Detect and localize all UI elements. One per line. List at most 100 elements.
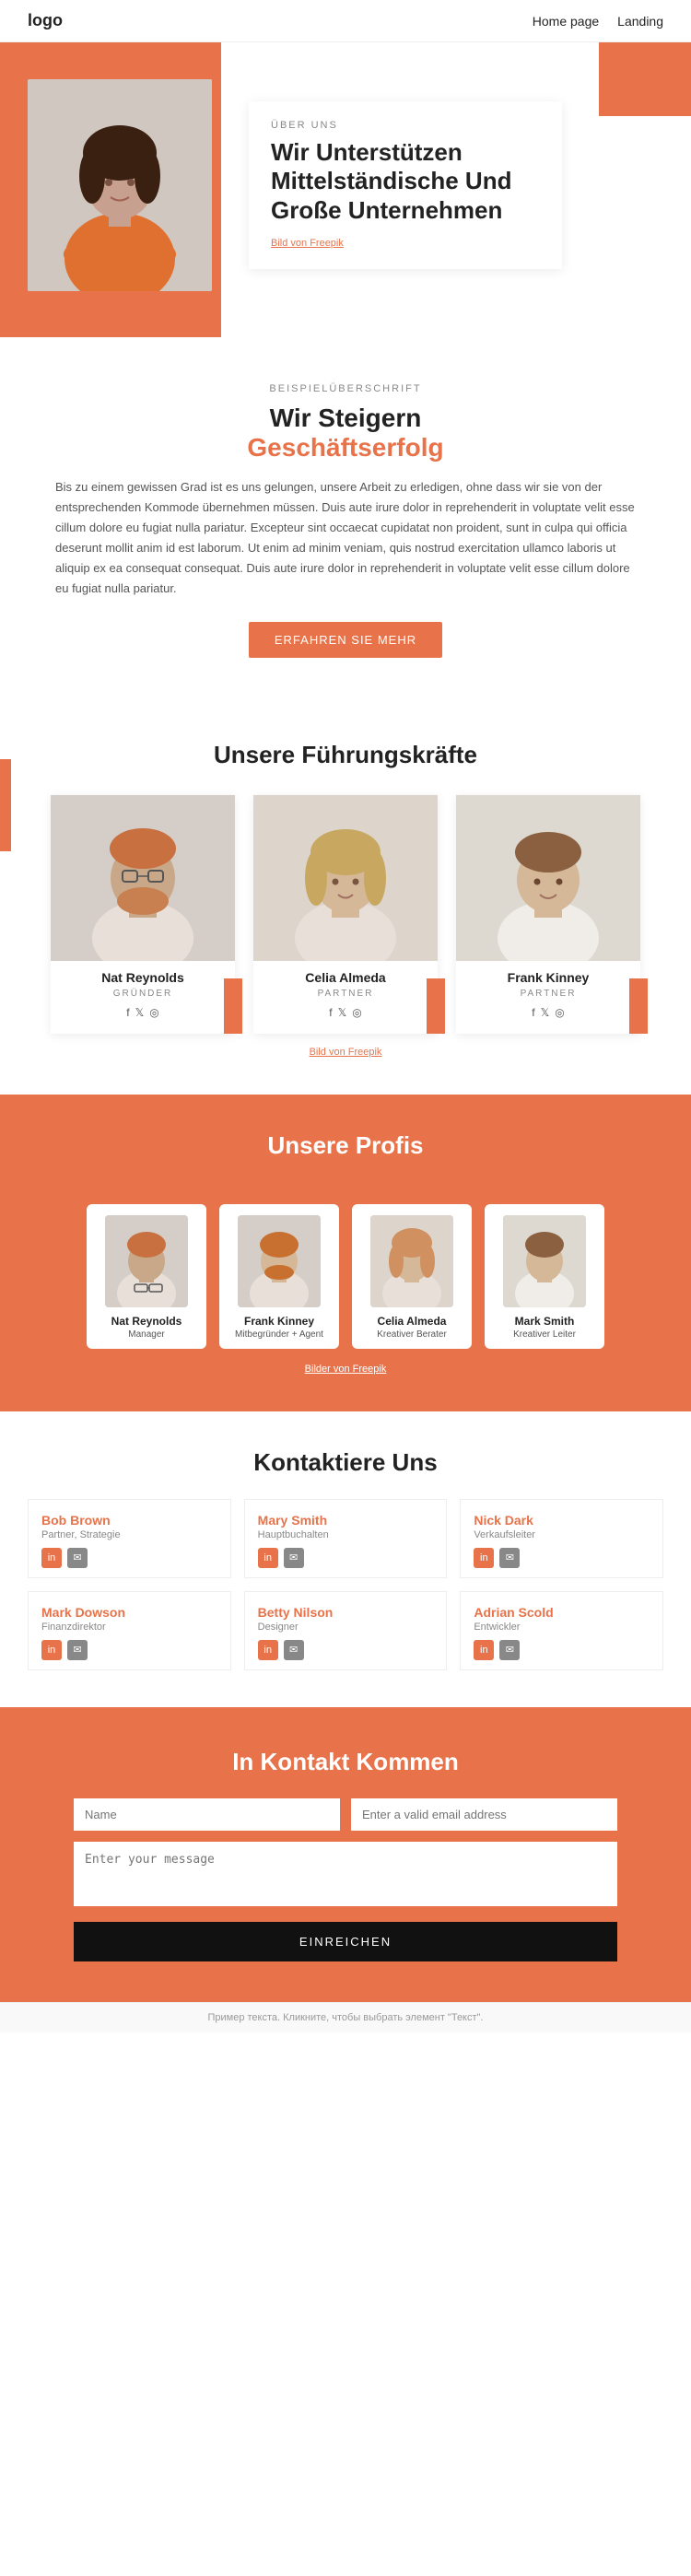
profi-role-mark: Kreativer Leiter	[494, 1329, 595, 1340]
hero-section: ÜBER UNS Wir Unterstützen Mittelständisc…	[0, 42, 691, 337]
submit-button[interactable]: EINREICHEN	[74, 1922, 617, 1961]
leader-role-nat: GRÜNDER	[51, 989, 235, 999]
leader-card-frank: Frank Kinney PARTNER f 𝕏 ◎	[456, 795, 640, 1034]
leader-socials-nat: f 𝕏 ◎	[51, 1006, 235, 1019]
profi-name-celia: Celia Almeda	[361, 1315, 463, 1328]
linkedin-icon[interactable]: in	[41, 1548, 62, 1568]
profi-card-frank: Frank Kinney Mitbegründer + Agent	[219, 1204, 339, 1349]
contact-name-adrian: Adrian Scold	[474, 1605, 650, 1620]
hero-title: Wir Unterstützen Mittelständische Und Gr…	[271, 138, 540, 225]
leader-name-celia: Celia Almeda	[253, 970, 438, 985]
leader-name-frank: Frank Kinney	[456, 970, 640, 985]
contact-icons-nick: in ✉	[474, 1548, 650, 1568]
contact-name-mary: Mary Smith	[258, 1513, 434, 1528]
navigation: logo Home page Landing	[0, 0, 691, 42]
social-twitter-c[interactable]: 𝕏	[338, 1006, 347, 1019]
profi-card-mark-inner: Mark Smith Kreativer Leiter	[485, 1204, 604, 1349]
email-icon[interactable]: ✉	[67, 1548, 88, 1568]
contact-role-adrian: Entwickler	[474, 1622, 650, 1633]
leader-role-celia: PARTNER	[253, 989, 438, 999]
hero-credit[interactable]: Bild von Freepik	[271, 238, 344, 249]
profi-card-celia: Celia Almeda Kreativer Berater	[352, 1204, 472, 1349]
profi-img-mark	[503, 1215, 586, 1307]
contact-icons-bob: in ✉	[41, 1548, 217, 1568]
profi-card-nat: Nat Reynolds Manager	[87, 1204, 206, 1349]
profi-card-celia-inner: Celia Almeda Kreativer Berater	[352, 1204, 472, 1349]
nav-home[interactable]: Home page	[533, 14, 599, 29]
leadership-section: Unsere Führungskräfte	[0, 704, 691, 1095]
hero-image	[28, 79, 212, 291]
profi-img-celia	[370, 1215, 453, 1307]
email-input[interactable]	[351, 1798, 617, 1831]
nav-links: Home page Landing	[533, 14, 663, 29]
example-label: BEISPIELÜBERSCHRIFT	[55, 383, 636, 394]
social-facebook-f[interactable]: f	[532, 1006, 534, 1019]
leader-socials-celia: f 𝕏 ◎	[253, 1006, 438, 1019]
contact-card-mary: Mary Smith Hauptbuchalten in ✉	[244, 1499, 448, 1578]
profi-card-nat-inner: Nat Reynolds Manager	[87, 1204, 206, 1349]
profi-img-nat	[105, 1215, 188, 1307]
hero-orange-top-right	[599, 42, 691, 116]
leader-socials-frank: f 𝕏 ◎	[456, 1006, 640, 1019]
contact-card-adrian: Adrian Scold Entwickler in ✉	[460, 1591, 663, 1670]
profi-card-mark: Mark Smith Kreativer Leiter	[485, 1204, 604, 1349]
profi-img-frank	[238, 1215, 321, 1307]
contact-role-bob: Partner, Strategie	[41, 1529, 217, 1540]
profi-name-frank: Frank Kinney	[228, 1315, 330, 1328]
leader-role-frank: PARTNER	[456, 989, 640, 999]
leader-name-nat: Nat Reynolds	[51, 970, 235, 985]
email-icon-m[interactable]: ✉	[284, 1548, 304, 1568]
leadership-grid: Nat Reynolds GRÜNDER f 𝕏 ◎	[28, 795, 663, 1034]
form-title: In Kontakt Kommen	[74, 1748, 617, 1776]
contact-icons-mary: in ✉	[258, 1548, 434, 1568]
contact-card-bob: Bob Brown Partner, Strategie in ✉	[28, 1499, 231, 1578]
email-icon-a[interactable]: ✉	[499, 1640, 520, 1660]
example-body: Bis zu einem gewissen Grad ist es uns ge…	[55, 477, 636, 600]
form-top-row	[74, 1798, 617, 1831]
hero-text-box: ÜBER UNS Wir Unterstützen Mittelständisc…	[249, 101, 562, 269]
social-instagram-c[interactable]: ◎	[352, 1006, 361, 1019]
orange-left-accent	[0, 759, 11, 851]
linkedin-icon-m[interactable]: in	[258, 1548, 278, 1568]
contact-grid: Bob Brown Partner, Strategie in ✉ Mary S…	[28, 1499, 663, 1670]
message-input[interactable]	[74, 1842, 617, 1906]
leader-card-accent	[224, 978, 242, 1034]
footer-note: Пример текста. Кликните, чтобы выбрать э…	[0, 2002, 691, 2032]
social-twitter[interactable]: 𝕏	[135, 1006, 145, 1019]
hero-image-wrap	[28, 79, 230, 291]
example-title-orange: Geschäftserfolg	[55, 433, 636, 463]
social-instagram[interactable]: ◎	[149, 1006, 158, 1019]
email-icon-md[interactable]: ✉	[67, 1640, 88, 1660]
contact-name-markd: Mark Dowson	[41, 1605, 217, 1620]
social-facebook[interactable]: f	[126, 1006, 129, 1019]
hero-label: ÜBER UNS	[271, 120, 540, 131]
leader-card-celia: Celia Almeda PARTNER f 𝕏 ◎	[253, 795, 438, 1034]
profi-role-celia: Kreativer Berater	[361, 1329, 463, 1340]
linkedin-icon-b[interactable]: in	[258, 1640, 278, 1660]
contact-title: Kontaktiere Uns	[28, 1448, 663, 1477]
email-icon-n[interactable]: ✉	[499, 1548, 520, 1568]
contact-icons-adrian: in ✉	[474, 1640, 650, 1660]
leader-img-frank	[456, 795, 640, 961]
profi-name-nat: Nat Reynolds	[96, 1315, 197, 1328]
contact-role-mary: Hauptbuchalten	[258, 1529, 434, 1540]
example-section: BEISPIELÜBERSCHRIFT Wir Steigern Geschäf…	[0, 337, 691, 704]
profis-credit[interactable]: Bilder von Freepik	[28, 1364, 663, 1375]
learn-more-button[interactable]: ERFAHREN SIE MEHR	[249, 622, 442, 658]
logo: logo	[28, 11, 63, 30]
linkedin-icon-md[interactable]: in	[41, 1640, 62, 1660]
contact-card-nick: Nick Dark Verkaufsleiter in ✉	[460, 1499, 663, 1578]
leadership-credit[interactable]: Bild von Freepik	[28, 1047, 663, 1058]
contact-name-nick: Nick Dark	[474, 1513, 650, 1528]
social-twitter-f[interactable]: 𝕏	[541, 1006, 550, 1019]
social-facebook-c[interactable]: f	[329, 1006, 332, 1019]
contact-name-betty: Betty Nilson	[258, 1605, 434, 1620]
nav-landing[interactable]: Landing	[617, 14, 663, 29]
name-input[interactable]	[74, 1798, 340, 1831]
linkedin-icon-n[interactable]: in	[474, 1548, 494, 1568]
social-instagram-f[interactable]: ◎	[555, 1006, 564, 1019]
leader-card-accent3	[629, 978, 648, 1034]
contact-name-bob: Bob Brown	[41, 1513, 217, 1528]
linkedin-icon-a[interactable]: in	[474, 1640, 494, 1660]
email-icon-b[interactable]: ✉	[284, 1640, 304, 1660]
